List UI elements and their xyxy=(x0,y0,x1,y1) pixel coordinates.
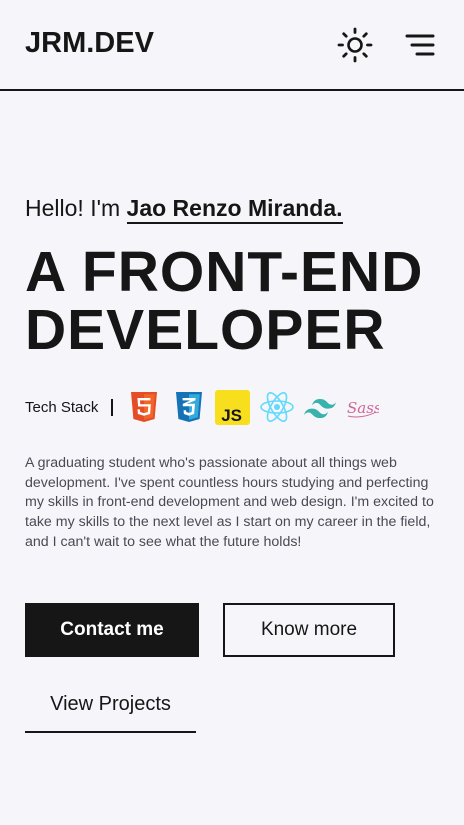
css3-icon xyxy=(176,392,203,422)
view-projects-link[interactable]: View Projects xyxy=(25,690,196,733)
tech-stack-label: Tech Stack xyxy=(25,398,99,416)
headline-line-1: A FRONT-END xyxy=(25,240,424,304)
site-logo[interactable]: JRM.DEV xyxy=(25,27,154,60)
portfolio-page: JRM.DEV Hello! I'm Jao Renzo Miranda. A … xyxy=(0,0,464,825)
contact-me-button[interactable]: Contact me xyxy=(25,603,199,657)
greeting: Hello! I'm Jao Renzo Miranda. xyxy=(25,195,343,224)
html5-icon xyxy=(131,392,158,422)
sass-icon: Sass xyxy=(347,399,379,418)
tailwind-icon xyxy=(304,399,337,418)
theme-toggle-button[interactable] xyxy=(336,26,374,64)
tech-stack: Tech Stack JS Sass xyxy=(25,389,388,425)
navbar: JRM.DEV xyxy=(0,0,464,91)
hero-description: A graduating student who's passionate ab… xyxy=(25,455,434,550)
tech-stack-divider xyxy=(111,398,114,416)
know-more-button[interactable]: Know more xyxy=(223,603,395,657)
hero-headline: A FRONT-END DEVELOPER xyxy=(25,243,423,359)
headline-line-2: DEVELOPER xyxy=(25,298,386,362)
svg-text:JS: JS xyxy=(222,406,243,425)
svg-text:Sass: Sass xyxy=(347,399,379,417)
menu-button[interactable] xyxy=(404,32,436,58)
developer-name: Jao Renzo Miranda. xyxy=(126,195,343,224)
hamburger-menu-icon xyxy=(405,34,435,56)
tech-icons: JS Sass xyxy=(129,389,388,425)
react-icon xyxy=(260,392,295,422)
javascript-icon: JS xyxy=(215,389,251,425)
sun-icon xyxy=(337,27,373,63)
greeting-prefix: Hello! I'm xyxy=(25,195,121,221)
